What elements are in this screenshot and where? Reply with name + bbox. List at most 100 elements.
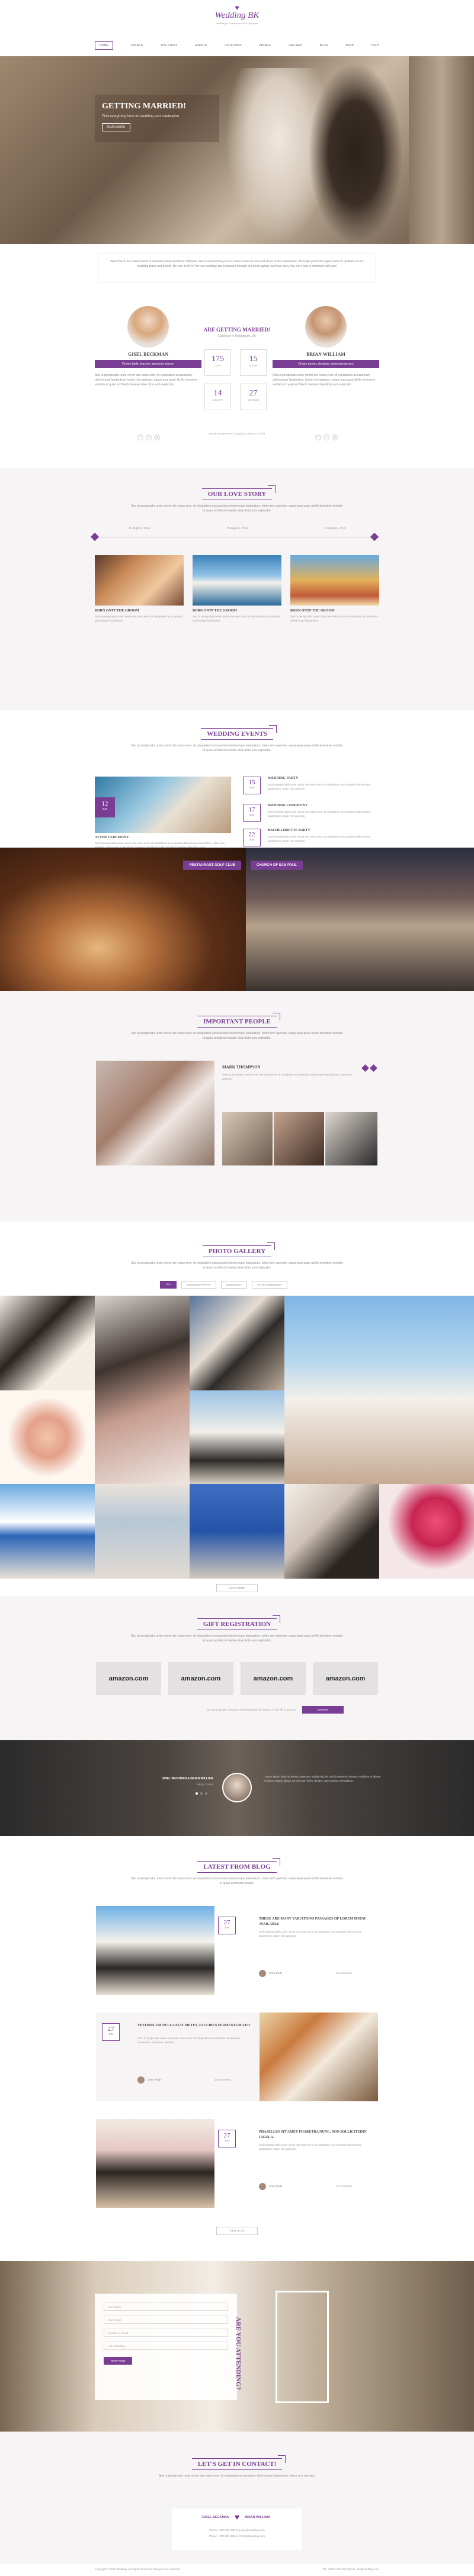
nav-item-help[interactable]: HELP: [371, 44, 379, 47]
google-icon[interactable]: g: [332, 434, 338, 440]
rsvp-attending-select[interactable]: I am attending: [104, 2342, 228, 2350]
rsvp-name-field[interactable]: Your Name: [104, 2303, 228, 2311]
nav-item-people[interactable]: PEOPLE: [259, 44, 271, 47]
person-thumb-1[interactable]: [222, 1112, 273, 1165]
testimonial-role: Happy Couple: [196, 1783, 213, 1786]
countdown: 175 DAYS 15 HOURS 14 MINUTES 27 SECONDS: [204, 349, 270, 420]
event-item-1[interactable]: 15 JUN WEDDING PARTY Sed ut perspiciatis…: [243, 777, 379, 800]
hero-pillar: [409, 56, 474, 244]
dot-icon[interactable]: [200, 1792, 203, 1795]
facebook-icon[interactable]: f: [137, 434, 143, 440]
nav-item-couple[interactable]: COUPLE: [131, 44, 143, 47]
google-icon[interactable]: g: [154, 434, 160, 440]
blog-section: LATEST FROM BLOG Sed ut perspiciatis und…: [0, 1836, 474, 2261]
paypal-note: Do not know gift? Send us PayPal donatio…: [207, 1708, 296, 1711]
amazon-store-4[interactable]: amazon.com: [313, 1662, 378, 1695]
story-photo-2: [193, 555, 281, 606]
donate-button[interactable]: DONATE: [302, 1706, 344, 1714]
timeline-next-icon[interactable]: [370, 532, 379, 542]
couple-subheading: Celebrate in Nottingham, UK: [218, 334, 256, 338]
couple-heading: ARE GETTING MARRIED!: [203, 327, 271, 333]
blog-title: LATEST FROM BLOG: [197, 1858, 280, 1873]
main-nav: HOME COUPLE THE STORY EVENTS LOCATIONS P…: [95, 41, 379, 50]
gallery-filters: ALL BACHELOR PARTY CEREMONY AFTER CEREMO…: [160, 1281, 314, 1289]
location-right[interactable]: CHURCH OF SAN PAUL: [246, 848, 474, 991]
nav-item-home[interactable]: HOME: [95, 41, 113, 50]
logo-text: Wedding BK: [214, 11, 260, 20]
rsvp-title: ARE YOU ATTENDING?: [235, 2317, 242, 2390]
event-item-3[interactable]: 22 JUN BACHELORETTE PARTY Sed ut perspic…: [243, 829, 379, 848]
dot-icon[interactable]: [205, 1792, 207, 1795]
people-prev-icon[interactable]: [361, 1064, 369, 1072]
heart-icon: ♥: [235, 4, 239, 12]
gallery-photo[interactable]: [284, 1296, 474, 1484]
people-desc: Sed ut perspiciatis unde omnis iste natu…: [131, 1032, 343, 1040]
blog-post-1-photo: [96, 1906, 214, 1995]
gallery-photo[interactable]: [95, 1484, 190, 1579]
nav-item-events[interactable]: EVENTS: [195, 44, 207, 47]
gallery-photo[interactable]: [0, 1484, 95, 1579]
amazon-store-3[interactable]: amazon.com: [241, 1662, 306, 1695]
amazon-store-2[interactable]: amazon.com: [168, 1662, 233, 1695]
groom-photo: [305, 306, 347, 347]
gallery-grid: [0, 1296, 474, 1579]
twitter-icon[interactable]: t: [324, 434, 329, 440]
hero-read-more-button[interactable]: READ MORE: [102, 123, 131, 131]
logo[interactable]: ♥ Wedding BK Wedding & Celebration HTML …: [201, 4, 273, 25]
gallery-photo[interactable]: [284, 1484, 379, 1579]
hero-subtitle: Find everything here for wedding and cel…: [102, 115, 180, 118]
filter-bachelor[interactable]: BACHELOR PARTY: [181, 1281, 216, 1289]
nav-item-blog[interactable]: BLOG: [320, 44, 328, 47]
view-blog-button[interactable]: VIEW BLOG: [216, 2227, 258, 2235]
rsvp-guests-field[interactable]: Number of Guest: [104, 2329, 228, 2337]
story-card-2[interactable]: BORN ONTF THE GROOM Sed ut perspiciatis …: [193, 555, 281, 623]
featured-event[interactable]: 12 JUN AFTER CEREMONY Sed ut perspiciati…: [95, 777, 231, 855]
timeline-prev-icon[interactable]: [90, 532, 100, 542]
twitter-icon[interactable]: t: [146, 434, 152, 440]
gallery-photo[interactable]: [190, 1484, 284, 1579]
couple-center: ARE GETTING MARRIED! Celebrate in Nottin…: [198, 327, 276, 338]
gallery-load-more-button[interactable]: LOAD MORE: [216, 1584, 258, 1592]
gallery-photo[interactable]: [0, 1390, 95, 1484]
event-item-2[interactable]: 17 JUN WEDDING CEREMONY Sed ut perspicia…: [243, 804, 379, 827]
person-thumb-3[interactable]: [325, 1112, 377, 1165]
couple-section: GISEL BECKMAN Dream bride, teacher, awes…: [0, 297, 474, 463]
gallery-photo[interactable]: [190, 1390, 284, 1484]
contact-desc: Sed ut perspiciatis unde omnis iste natu…: [158, 2474, 316, 2478]
bride-social: f t g: [137, 434, 160, 440]
gallery-photo[interactable]: [379, 1484, 474, 1579]
nav-item-rsvp[interactable]: RSVP: [345, 44, 354, 47]
filter-all[interactable]: ALL: [160, 1281, 177, 1289]
filter-ceremony[interactable]: CEREMONY: [220, 1281, 247, 1289]
blog-post-3[interactable]: 27 JUN PHASELLUS SIT AMET PHARETRA NUNC,…: [96, 2119, 378, 2208]
testimonial-dots[interactable]: [196, 1792, 207, 1795]
contact-bride-info: Phone: +000 222 333 44 | gisel@wedding.c…: [209, 2529, 265, 2532]
gallery-photo[interactable]: [95, 1296, 190, 1484]
story-card-3[interactable]: BORN ONTF THE GROOM Sed ut perspiciatis …: [290, 555, 379, 623]
dot-icon[interactable]: [196, 1792, 198, 1795]
rsvp-form: Your Name Your Email Number of Guest I a…: [95, 2294, 237, 2400]
amazon-store-1[interactable]: amazon.com: [96, 1662, 161, 1695]
location-left[interactable]: RESTAURANT GOLF CLUB: [0, 848, 246, 991]
heart-icon: ♥: [234, 2512, 240, 2522]
nav-item-story[interactable]: THE STORY: [161, 44, 177, 47]
gallery-photo[interactable]: [190, 1296, 284, 1390]
locations-section: RESTAURANT GOLF CLUB CHURCH OF SAN PAUL: [0, 848, 474, 991]
filter-after[interactable]: AFTER CEREMONY: [251, 1281, 287, 1289]
blog-post-3-photo: [96, 2119, 214, 2208]
person-thumb-2[interactable]: [274, 1112, 324, 1165]
rsvp-email-field[interactable]: Your Email: [104, 2316, 228, 2324]
blog-post-1[interactable]: 27 JUN THERE ARE MANY VARIATIONS PASSAGE…: [96, 1906, 378, 1995]
testimonial-section: GISEL BECKMAN & BRIAN WILLIAM Happy Coup…: [0, 1740, 474, 1836]
rsvp-submit-button[interactable]: RSVP NOW: [104, 2357, 133, 2365]
nav-item-gallery[interactable]: GALLERY: [289, 44, 302, 47]
nav-item-locations[interactable]: LOCATIONS: [225, 44, 242, 47]
blog-post-2[interactable]: 27 JUN VESTIBULUM NULLA ELIT METUS, FAUC…: [96, 2012, 378, 2101]
gallery-photo[interactable]: [0, 1296, 95, 1390]
contact-section: LET'S GET IN CONTACT! Sed ut perspiciati…: [0, 2432, 474, 2563]
location-right-label: CHURCH OF SAN PAUL: [251, 861, 303, 870]
facebook-icon[interactable]: f: [315, 434, 321, 440]
countdown-minutes: 14 MINUTES: [204, 384, 231, 410]
story-card-1[interactable]: BORN ONTF THE GROOM Sed ut perspiciatis …: [95, 555, 184, 623]
people-next-icon[interactable]: [370, 1064, 377, 1072]
